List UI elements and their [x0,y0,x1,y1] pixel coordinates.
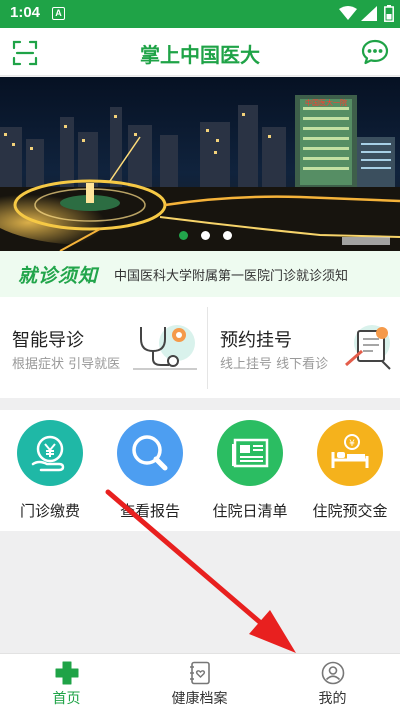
notice-text: 中国医科大学附属第一医院门诊就诊须知 [114,269,349,284]
card-title: 智能导诊 [12,330,84,351]
nav-home[interactable]: 首页 [0,654,133,710]
bottom-nav: 首页 健康档案 我的 [0,653,400,710]
visit-notice-bar[interactable]: 就诊须知 中国医科大学附属第一医院门诊就诊须知 [0,251,400,297]
notification-a-icon: A [52,7,65,20]
health-record-icon [190,661,210,685]
search-icon [117,420,183,486]
hospital-night-image: 中国医大一院 [0,77,400,251]
profile-icon [321,661,345,685]
signal-icon [361,6,377,21]
card-subtitle: 线上挂号 线下看诊 [220,357,329,372]
daily-bill-item[interactable]: 住院日清单 [200,410,300,531]
notice-badge: 就诊须知 [18,265,99,287]
stethoscope-icon [133,325,197,370]
outpatient-payment-item[interactable]: 门诊缴费 [0,410,100,531]
hospital-deposit-item[interactable]: ¥ 住院预交金 [300,410,400,531]
banner-carousel[interactable]: 中国医大一院 [0,77,400,251]
home-cross-icon [55,661,79,685]
newspaper-icon [217,420,283,486]
appointment-icon [345,325,391,370]
app-title: 掌上中国医大 [140,43,260,67]
nav-health-record[interactable]: 健康档案 [133,654,266,710]
chat-icon[interactable] [361,39,389,65]
carousel-dot[interactable] [201,231,210,240]
service-grid: 门诊缴费 查看报告 住院日清单 ¥ 住院预交金 [0,410,400,531]
payment-icon [17,420,83,486]
hospital-bed-icon: ¥ [317,420,383,486]
card-subtitle: 根据症状 引导就医 [12,357,121,372]
wifi-icon [339,6,357,20]
service-label: 门诊缴费 [19,502,80,520]
carousel-dot[interactable] [223,231,232,240]
nav-label: 健康档案 [171,691,228,707]
app-header: 掌上中国医大 [0,28,400,76]
status-bar: 1:04 A [0,0,400,28]
service-label: 查看报告 [119,502,180,520]
nav-label: 首页 [52,691,81,707]
carousel-dot[interactable] [179,231,188,240]
smart-triage-card[interactable]: 智能导诊 根据症状 引导就医 [0,297,199,398]
appointment-card[interactable]: 预约挂号 线上挂号 线下看诊 [208,297,400,398]
feature-cards: 智能导诊 根据症状 引导就医 预约挂号 线上挂号 线下看诊 [0,297,400,398]
card-title: 预约挂号 [220,330,292,351]
hospital-sign: 中国医大一院 [305,98,347,107]
service-label: 住院日清单 [212,502,288,520]
battery-icon [384,5,394,22]
svg-text:¥: ¥ [349,439,355,449]
nav-profile[interactable]: 我的 [266,654,399,710]
status-time: 1:04 [10,4,41,21]
nav-label: 我的 [318,691,347,707]
view-report-item[interactable]: 查看报告 [100,410,200,531]
service-label: 住院预交金 [312,502,388,520]
